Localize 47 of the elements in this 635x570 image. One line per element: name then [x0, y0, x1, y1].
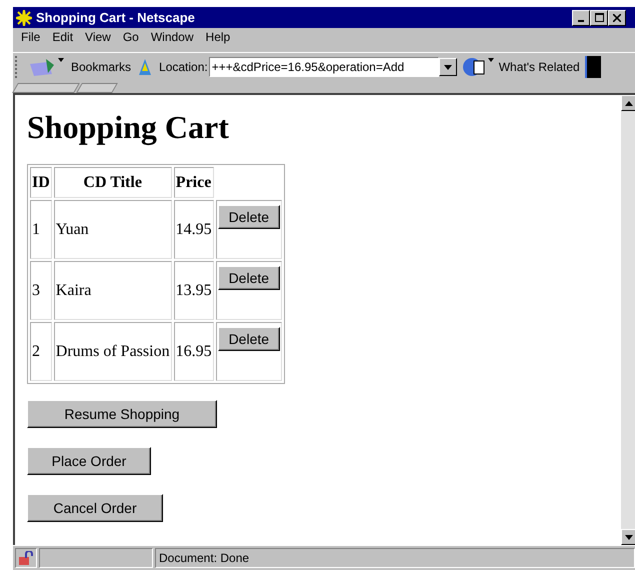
- maximize-icon: [594, 13, 604, 22]
- toolbar-tab[interactable]: [12, 83, 80, 93]
- table-cell: 16.95: [174, 322, 214, 381]
- scrollbar[interactable]: [621, 95, 635, 545]
- minimize-button[interactable]: [572, 10, 590, 26]
- bookmarks-button[interactable]: Bookmarks: [71, 60, 132, 74]
- delete-button[interactable]: Delete: [218, 205, 280, 229]
- delete-button[interactable]: Delete: [218, 327, 280, 351]
- close-icon: [613, 14, 621, 22]
- minimize-icon: [578, 20, 584, 22]
- star-burst-icon: [16, 10, 32, 26]
- menu-item[interactable]: Help: [200, 30, 236, 44]
- scroll-up-button[interactable]: [621, 95, 635, 111]
- toolbar-tab[interactable]: [76, 83, 118, 93]
- caret-icon: [444, 64, 452, 70]
- menu-item[interactable]: Go: [116, 30, 145, 44]
- menu-item[interactable]: View: [79, 30, 117, 44]
- table-cell: Yuan: [54, 200, 172, 259]
- table-cell: 13.95: [174, 261, 214, 320]
- column-header: CD Title: [54, 167, 172, 198]
- menu-item[interactable]: File: [15, 30, 46, 44]
- scroll-down-button[interactable]: [621, 529, 635, 545]
- maximize-button[interactable]: [590, 10, 608, 26]
- table-cell: 14.95: [174, 200, 214, 259]
- location-field[interactable]: +++&cdPrice=16.95&operation=Add: [208, 57, 439, 77]
- table-cell: 3: [30, 261, 52, 320]
- window-title: Shopping Cart - Netscape: [36, 10, 196, 25]
- whats-related-button[interactable]: What's Related: [498, 60, 580, 74]
- location-label: Location:: [159, 60, 208, 74]
- menu-item[interactable]: Window: [144, 30, 200, 44]
- delete-button[interactable]: Delete: [218, 266, 280, 290]
- table-cell: Kaira: [54, 261, 172, 320]
- column-header: ID: [30, 167, 52, 198]
- menu-item[interactable]: Edit: [46, 30, 80, 44]
- status-text: Document: Done: [155, 548, 635, 568]
- table-cell: 1: [30, 200, 52, 259]
- down-arrow-icon: [625, 534, 633, 540]
- table-cell: 2: [30, 322, 52, 381]
- form-button[interactable]: Resume Shopping: [27, 400, 217, 428]
- table-cell: Drums of Passion: [54, 322, 172, 381]
- close-button[interactable]: [608, 10, 626, 26]
- form-button[interactable]: Place Order: [27, 447, 151, 475]
- page-heading: Shopping Cart: [27, 109, 230, 146]
- column-header: Price: [174, 167, 214, 198]
- form-button[interactable]: Cancel Order: [27, 494, 163, 522]
- dropdown-button[interactable]: [438, 58, 457, 76]
- up-arrow-icon: [625, 100, 633, 106]
